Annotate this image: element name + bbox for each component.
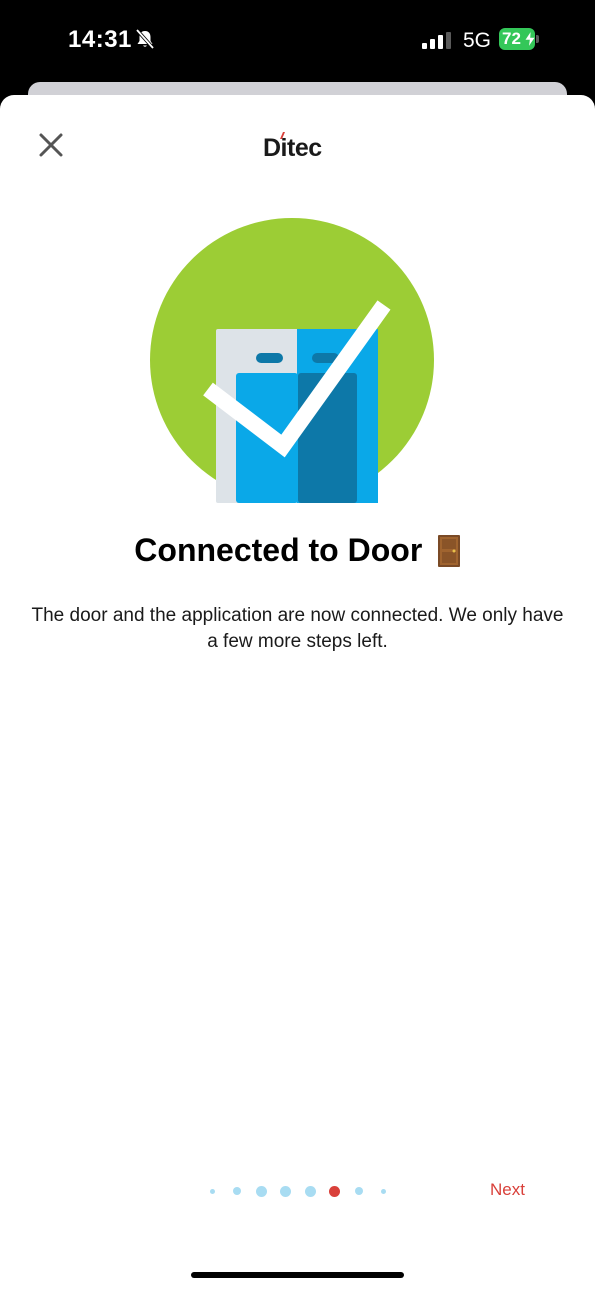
- network-label: 5G: [463, 29, 492, 52]
- door-connected-check-icon: [150, 218, 434, 503]
- ditec-logo: Ditec: [263, 132, 333, 166]
- cellular-signal-icon: [422, 32, 451, 49]
- modal-sheet: Ditec Connected to Door The door and the…: [0, 95, 595, 1290]
- pager-dot: [209, 1188, 215, 1194]
- page-indicator: [200, 1179, 400, 1203]
- title-row: Connected to Door: [0, 532, 595, 569]
- pager-dot: [232, 1187, 241, 1195]
- logo-accent-mark: [280, 132, 285, 139]
- door-icon: [437, 534, 460, 567]
- pager-dot: [381, 1188, 386, 1194]
- next-button[interactable]: Next: [490, 1180, 525, 1200]
- bell-slash-icon: [135, 28, 155, 50]
- close-icon[interactable]: [34, 128, 68, 162]
- door-handle-left: [256, 353, 283, 363]
- status-bar: 14:31 5G 72: [0, 0, 595, 82]
- status-time: 14:31: [68, 26, 132, 53]
- pager-dot-active: [329, 1185, 340, 1197]
- home-indicator[interactable]: [191, 1272, 404, 1278]
- page-description: The door and the application are now con…: [31, 605, 564, 652]
- pager-dot: [355, 1187, 363, 1195]
- charging-bolt-icon: [525, 31, 535, 47]
- battery-cap: [536, 35, 539, 43]
- page-title: Connected to Door: [134, 532, 423, 568]
- pager-dot: [304, 1185, 316, 1197]
- battery-level: 72: [502, 29, 521, 48]
- pager-dot: [255, 1185, 267, 1197]
- logo-text: Ditec: [263, 134, 322, 162]
- pager-dot: [280, 1185, 291, 1197]
- battery-indicator: 72: [499, 28, 539, 50]
